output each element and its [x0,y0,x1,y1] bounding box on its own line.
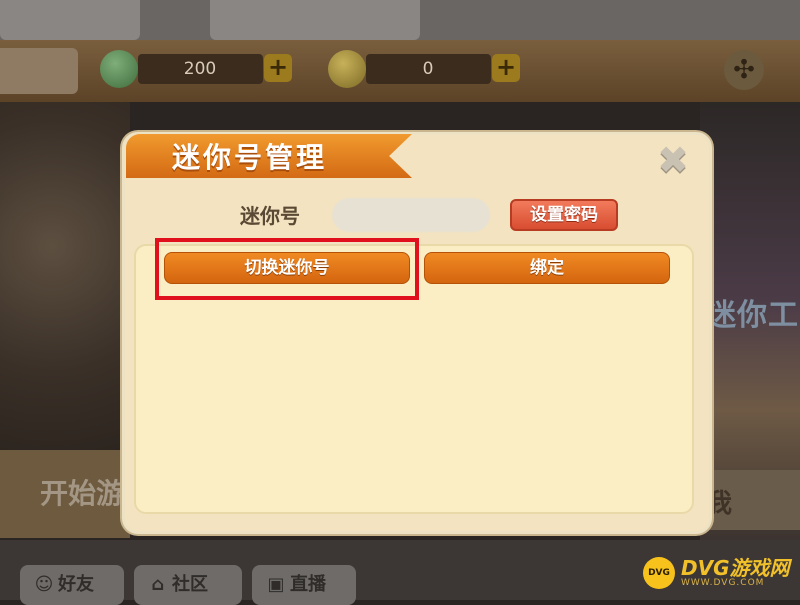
add-coins-button[interactable]: + [492,54,520,82]
coin-icon [328,50,366,88]
start-game-text: 开始游 [40,477,125,510]
friend-icon: ☺ [34,574,54,595]
settings-icon[interactable]: ✣ [724,50,764,90]
top-background [0,0,800,40]
nav-live-label: 直播 [290,574,326,595]
top-tile [210,0,420,40]
highlight-box [155,238,419,300]
top-tile [0,0,140,40]
resource-left-tab[interactable] [0,48,78,94]
set-password-button[interactable]: 设置密码 [510,199,618,231]
watermark: DVG DVG游戏网 WWW.DVG.COM [643,555,790,591]
nav-live-button[interactable]: ▣ 直播 [252,565,356,605]
watermark-title: DVG游戏网 [681,556,790,580]
nav-friends-button[interactable]: ☺ 好友 [20,565,124,605]
gem-count: 200 [183,59,217,79]
mini-id-label: 迷你号 [240,204,300,228]
coin-count: 0 [422,59,434,79]
nav-community-button[interactable]: ⌂ 社区 [134,565,242,605]
bind-button[interactable]: 绑定 [424,252,670,284]
gem-icon [100,50,138,88]
tv-icon: ▣ [267,574,285,595]
dialog-title: 迷你号管理 [172,141,328,174]
nav-friends-label: 好友 [58,574,94,595]
nav-community-label: 社区 [172,574,208,595]
watermark-logo-icon: DVG [643,557,675,589]
add-gems-button[interactable]: + [264,54,292,82]
mini-id-field [332,198,490,232]
close-icon[interactable]: ✖ [654,141,692,180]
background-art-left [0,102,130,462]
background-banner-text: 迷你工 [706,298,799,333]
home-icon: ⌂ [151,574,165,595]
